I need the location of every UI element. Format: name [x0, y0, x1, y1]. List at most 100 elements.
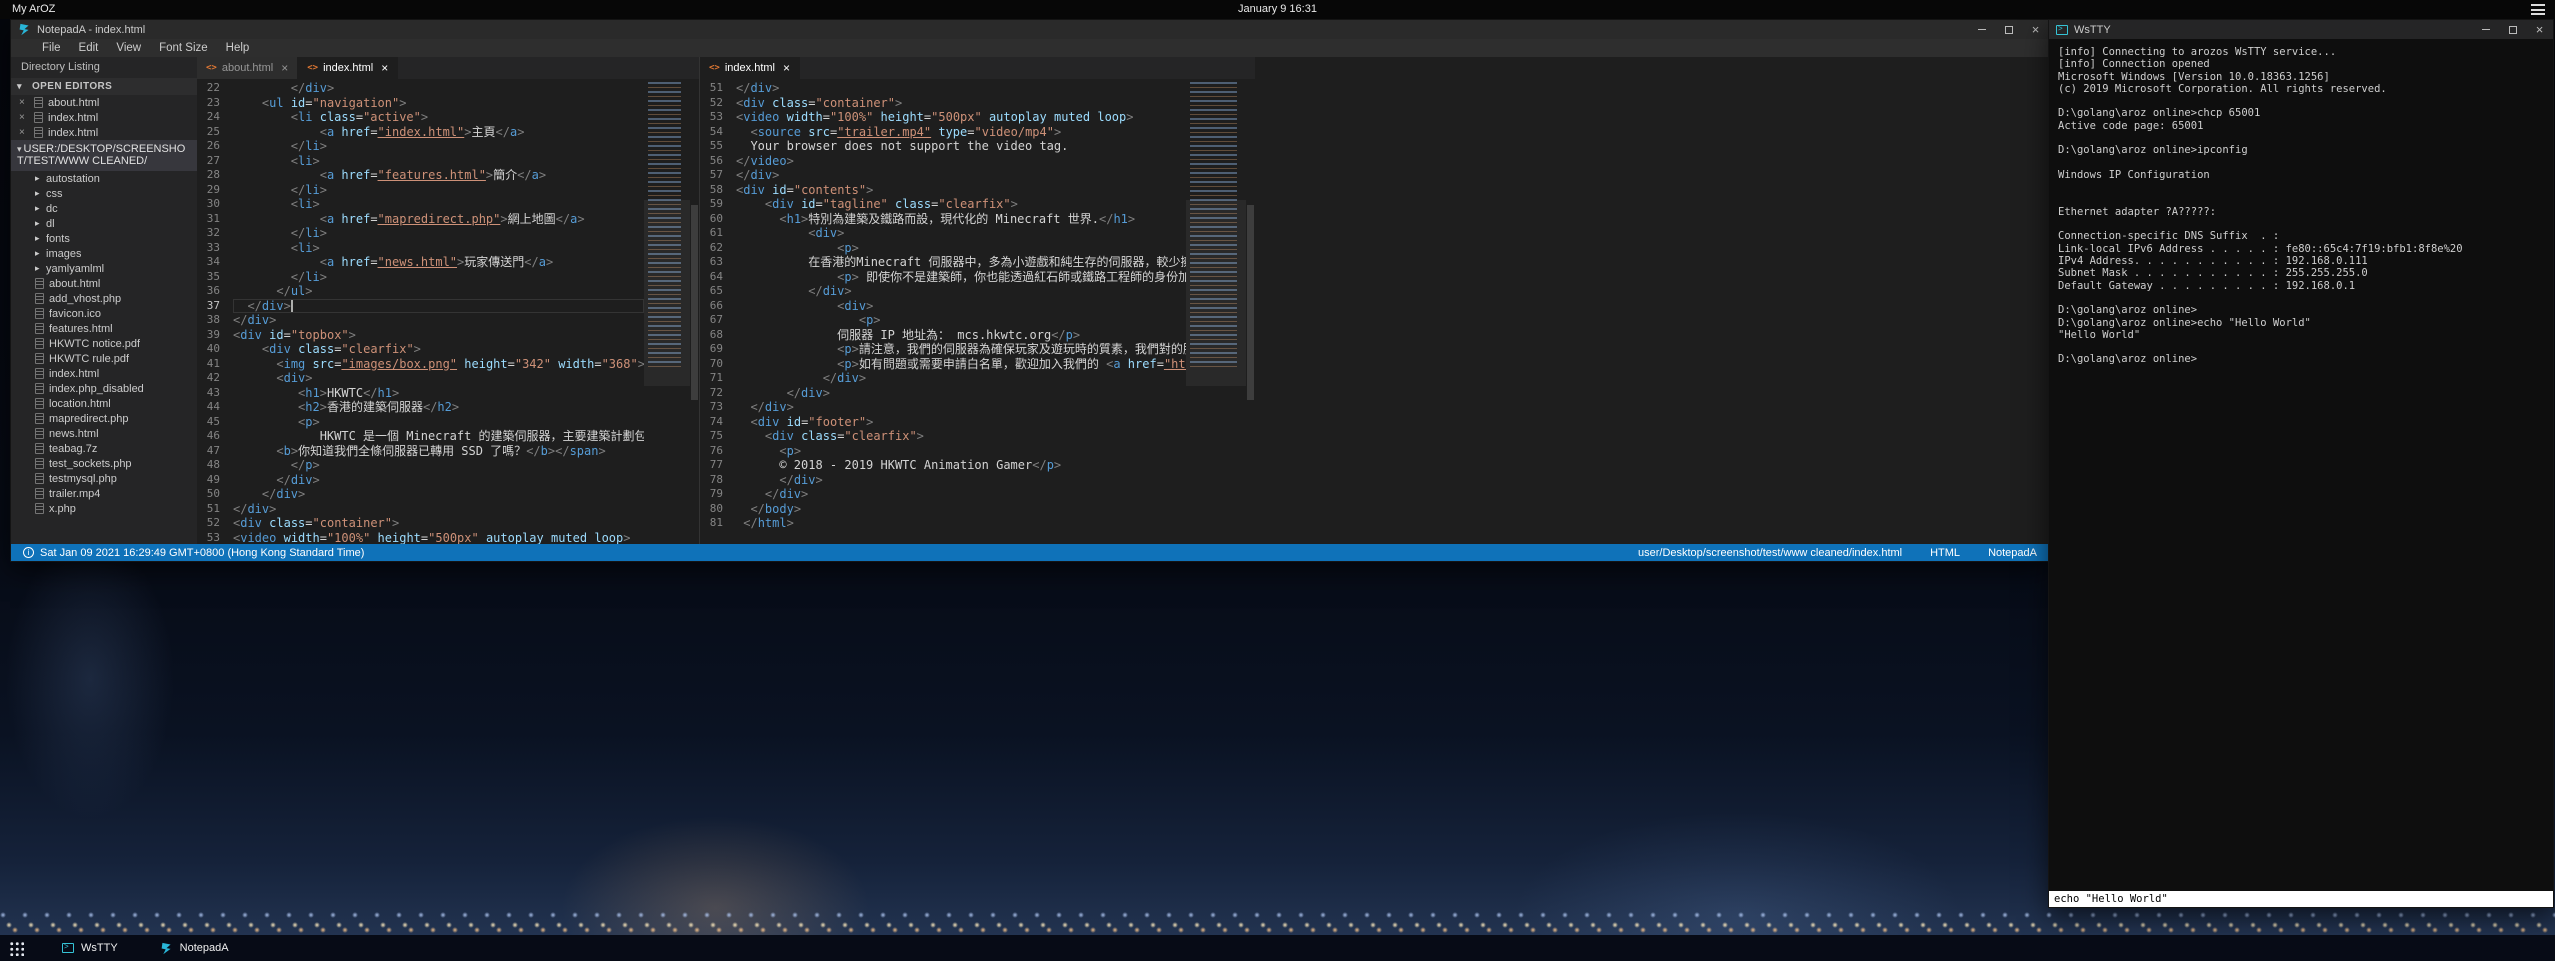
- code-line[interactable]: 34 <a href="news.html">玩家傳送門</a>: [197, 255, 644, 270]
- menu-item[interactable]: View: [107, 42, 150, 54]
- menu-item[interactable]: Help: [217, 42, 259, 54]
- code-line[interactable]: 23 <ul id="navigation">: [197, 96, 644, 111]
- code-line[interactable]: 80 </body>: [700, 502, 1186, 517]
- code-line[interactable]: 30 <li>: [197, 197, 644, 212]
- code-line[interactable]: 76 <p>: [700, 444, 1186, 459]
- code-line[interactable]: 59 <div id="tagline" class="clearfix">: [700, 197, 1186, 212]
- close-icon[interactable]: ×: [19, 97, 34, 108]
- code-line[interactable]: 75 <div class="clearfix">: [700, 429, 1186, 444]
- code-line[interactable]: 51</div>: [700, 81, 1186, 96]
- code-line[interactable]: 67 <p>: [700, 313, 1186, 328]
- code-line[interactable]: 68 伺服器 IP 地址為： mcs.hkwtc.org</p>: [700, 328, 1186, 343]
- tree-folder-item[interactable]: ▸dl: [11, 216, 197, 231]
- code-line[interactable]: 43 <h1>HKWTC</h1>: [197, 386, 644, 401]
- app-launcher-icon[interactable]: [9, 941, 24, 956]
- code-line[interactable]: 38</div>: [197, 313, 644, 328]
- maximize-button[interactable]: [1995, 20, 2022, 39]
- tree-folder-item[interactable]: ▸yamlyamlml: [11, 261, 197, 276]
- hamburger-menu-icon[interactable]: [2531, 4, 2545, 15]
- tree-file-item[interactable]: testmysql.php: [11, 471, 197, 486]
- code-line[interactable]: 69 <p>請注意，我們的伺服器為確保玩家及遊玩時的質素，我們對的服務器開: [700, 342, 1186, 357]
- code-line[interactable]: 55 Your browser does not support the vid…: [700, 139, 1186, 154]
- close-icon[interactable]: ×: [19, 127, 34, 138]
- tree-folder-item[interactable]: ▸images: [11, 246, 197, 261]
- taskbar-item-notepada[interactable]: NotepadA: [156, 940, 233, 957]
- tree-folder-item[interactable]: ▸dc: [11, 201, 197, 216]
- code-line[interactable]: 52<div class="container">: [700, 96, 1186, 111]
- code-line[interactable]: 52<div class="container">: [197, 516, 644, 531]
- code-line[interactable]: 66 <div>: [700, 299, 1186, 314]
- tree-file-item[interactable]: about.html: [11, 276, 197, 291]
- code-line[interactable]: 58<div id="contents">: [700, 183, 1186, 198]
- code-line[interactable]: 71 </div>: [700, 371, 1186, 386]
- code-line[interactable]: 63 在香港的Minecraft 伺服器中，多為小遊戲和純生存的伺服器，較少擁有: [700, 255, 1186, 270]
- menu-item[interactable]: Font Size: [150, 42, 217, 54]
- taskbar-item-wstty[interactable]: WsTTY: [58, 940, 122, 956]
- minimap-slider[interactable]: [644, 200, 690, 386]
- minimap-slider[interactable]: [1186, 200, 1246, 386]
- minimize-button[interactable]: [1968, 20, 1995, 39]
- code-line[interactable]: 39<div id="topbox">: [197, 328, 644, 343]
- tree-file-item[interactable]: add_vhost.php: [11, 291, 197, 306]
- editor-tab[interactable]: <>index.html×: [298, 57, 398, 79]
- tree-file-item[interactable]: index.php_disabled: [11, 381, 197, 396]
- tree-file-item[interactable]: favicon.ico: [11, 306, 197, 321]
- terminal-output[interactable]: [info] Connecting to arozos WsTTY servic…: [2049, 39, 2553, 891]
- editor-tab[interactable]: <>about.html×: [197, 57, 298, 79]
- tree-file-item[interactable]: features.html: [11, 321, 197, 336]
- open-editor-item[interactable]: ×about.html: [11, 95, 197, 110]
- code-line[interactable]: 49 </div>: [197, 473, 644, 488]
- code-line[interactable]: 54 <source src="trailer.mp4" type="video…: [700, 125, 1186, 140]
- code-line[interactable]: 35 </li>: [197, 270, 644, 285]
- minimap-left[interactable]: [644, 79, 690, 544]
- code-line[interactable]: 32 </li>: [197, 226, 644, 241]
- code-line[interactable]: 57</div>: [700, 168, 1186, 183]
- tree-file-item[interactable]: location.html: [11, 396, 197, 411]
- code-line[interactable]: 79 </div>: [700, 487, 1186, 502]
- maximize-button[interactable]: [2499, 20, 2526, 39]
- code-line[interactable]: 27 <li>: [197, 154, 644, 169]
- code-line[interactable]: 73 </div>: [700, 400, 1186, 415]
- scrollbar-thumb[interactable]: [691, 205, 698, 400]
- code-line[interactable]: 40 <div class="clearfix">: [197, 342, 644, 357]
- tree-file-item[interactable]: mapredirect.php: [11, 411, 197, 426]
- status-language-mode[interactable]: HTML: [1930, 547, 1960, 559]
- code-line[interactable]: 81 </html>: [700, 516, 1186, 531]
- tree-file-item[interactable]: teabag.7z: [11, 441, 197, 456]
- open-editors-header[interactable]: ▾ OPEN EDITORS: [11, 78, 197, 95]
- code-line[interactable]: 72 </div>: [700, 386, 1186, 401]
- tree-file-item[interactable]: index.html: [11, 366, 197, 381]
- tree-folder-item[interactable]: ▸css: [11, 186, 197, 201]
- code-line[interactable]: 53<video width="100%" height="500px" aut…: [197, 531, 644, 545]
- scrollbar-left[interactable]: [690, 79, 699, 544]
- open-editor-item[interactable]: ×index.html: [11, 110, 197, 125]
- code-line[interactable]: 46 HKWTC 是一個 Minecraft 的建築伺服器，主要建築計劃包括鐵路: [197, 429, 644, 444]
- code-line[interactable]: 56</video>: [700, 154, 1186, 169]
- code-line[interactable]: 47 <b>你知道我們全條伺服器已轉用 SSD 了嗎？</b></span>: [197, 444, 644, 459]
- tree-file-item[interactable]: news.html: [11, 426, 197, 441]
- code-line[interactable]: 50 </div>: [197, 487, 644, 502]
- editor-tab[interactable]: <>index.html×: [700, 57, 800, 79]
- close-button[interactable]: ×: [2022, 20, 2049, 39]
- close-icon[interactable]: ×: [381, 61, 388, 75]
- code-line[interactable]: 62 <p>: [700, 241, 1186, 256]
- code-line[interactable]: 48 </p>: [197, 458, 644, 473]
- scrollbar-right[interactable]: [1246, 79, 1255, 544]
- close-icon[interactable]: ×: [783, 61, 790, 75]
- code-line[interactable]: 28 <a href="features.html">簡介</a>: [197, 168, 644, 183]
- code-line[interactable]: 36 </ul>: [197, 284, 644, 299]
- code-line[interactable]: 24 <li class="active">: [197, 110, 644, 125]
- open-editor-item[interactable]: ×index.html: [11, 125, 197, 140]
- editor-pane-left[interactable]: 22 </div>23 <ul id="navigation">24 <li c…: [197, 79, 699, 544]
- menu-item[interactable]: Edit: [70, 42, 108, 54]
- tree-file-item[interactable]: trailer.mp4: [11, 486, 197, 501]
- code-line[interactable]: 26 </li>: [197, 139, 644, 154]
- tree-folder-item[interactable]: ▸fonts: [11, 231, 197, 246]
- code-line[interactable]: 45 <p>: [197, 415, 644, 430]
- code-line[interactable]: 42 <div>: [197, 371, 644, 386]
- code-line[interactable]: 22 </div>: [197, 81, 644, 96]
- menu-item[interactable]: File: [33, 42, 70, 54]
- editor-pane-right[interactable]: 51</div>52<div class="container">53<vide…: [700, 79, 1255, 544]
- code-line[interactable]: 77 © 2018 - 2019 HKWTC Animation Gamer</…: [700, 458, 1186, 473]
- tree-file-item[interactable]: HKWTC rule.pdf: [11, 351, 197, 366]
